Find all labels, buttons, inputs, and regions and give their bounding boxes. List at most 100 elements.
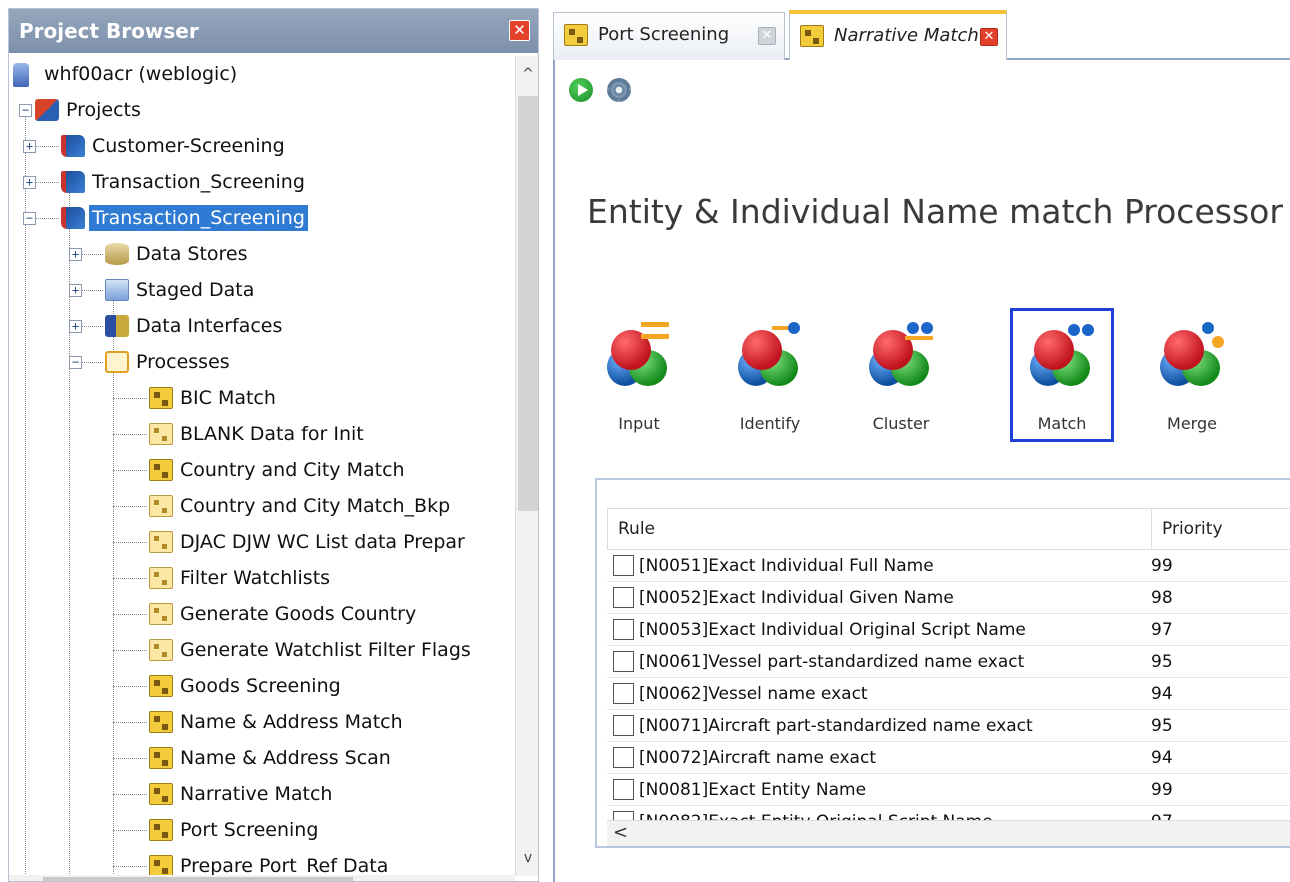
tree-node[interactable]: Transaction_Screening xyxy=(61,200,308,236)
table-row[interactable]: [N0071]Aircraft part-standardized name e… xyxy=(607,710,1290,742)
rules-table-panel: Rule Priority [N0051]Exact Individual Fu… xyxy=(595,478,1290,848)
tree-node[interactable]: Name & Address Match xyxy=(149,704,406,740)
rule-checkbox[interactable] xyxy=(613,651,634,672)
column-header-priority[interactable]: Priority xyxy=(1152,509,1290,549)
gear-icon[interactable] xyxy=(607,78,631,102)
rule-checkbox[interactable] xyxy=(613,587,634,608)
process-icon xyxy=(800,25,824,47)
stage-label: Cluster xyxy=(872,414,930,433)
tree-node[interactable]: Port Screening xyxy=(149,812,321,848)
close-icon[interactable]: ✕ xyxy=(980,28,998,46)
tree-node[interactable]: Staged Data xyxy=(105,272,257,308)
tree-node[interactable]: whf00acr (weblogic) xyxy=(13,56,240,92)
processor-title: Entity & Individual Name match Processor xyxy=(587,192,1283,231)
identify-stage-icon xyxy=(738,322,802,386)
expand-icon[interactable]: + xyxy=(23,140,36,153)
tree-node[interactable]: Country and City Match xyxy=(149,452,408,488)
tree-horizontal-scrollbar[interactable] xyxy=(9,875,515,881)
close-icon[interactable]: ✕ xyxy=(509,20,530,41)
run-icon[interactable] xyxy=(569,78,593,102)
expand-icon[interactable]: + xyxy=(23,176,36,189)
table-row[interactable]: [N0062]Vessel name exact 94 xyxy=(607,678,1290,710)
tab-label: Narrative Match xyxy=(834,25,979,46)
project-browser-header: Project Browser ✕ xyxy=(9,9,538,53)
tree-node[interactable]: Country and City Match_Bkp xyxy=(149,488,453,524)
stage-identify[interactable]: Identify xyxy=(718,308,822,442)
tree-node[interactable]: BLANK Data for Init xyxy=(149,416,367,452)
process-editor: Entity & Individual Name match Processor… xyxy=(553,60,1290,882)
tree-node-label: BIC Match xyxy=(180,387,276,409)
table-row[interactable]: [N0061]Vessel part-standardized name exa… xyxy=(607,646,1290,678)
rule-checkbox[interactable] xyxy=(613,715,634,736)
table-row[interactable]: [N0052]Exact Individual Given Name 98 xyxy=(607,582,1290,614)
tree-node[interactable]: Data Interfaces xyxy=(105,308,285,344)
stage-match[interactable]: Match xyxy=(1010,308,1114,442)
tree-connector-line xyxy=(113,470,147,471)
table-row[interactable]: [N0053]Exact Individual Original Script … xyxy=(607,614,1290,646)
rule-priority: 94 xyxy=(1151,748,1173,768)
collapse-icon[interactable]: − xyxy=(19,104,32,117)
process-icon xyxy=(149,387,173,409)
stage-input[interactable]: Input xyxy=(587,308,691,442)
table-row[interactable]: [N0051]Exact Individual Full Name 99 xyxy=(607,550,1290,582)
stage-merge[interactable]: Merge xyxy=(1140,308,1244,442)
tree-node[interactable]: Prepare Port_Ref Data xyxy=(149,848,391,876)
rule-priority: 97 xyxy=(1151,620,1173,640)
rules-horizontal-scrollbar[interactable]: < xyxy=(607,820,1290,846)
expand-icon[interactable]: + xyxy=(69,248,82,261)
collapse-icon[interactable]: − xyxy=(23,212,36,225)
tree-node[interactable]: Generate Goods Country xyxy=(149,596,419,632)
scroll-left-icon[interactable]: < xyxy=(613,822,628,843)
tree-node-label: Country and City Match_Bkp xyxy=(180,495,451,517)
tree-node[interactable]: Name & Address Scan xyxy=(149,740,394,776)
tab-port-screening[interactable]: Port Screening ✕ xyxy=(553,12,785,60)
tree-node[interactable]: DJAC DJW WC List data Prepar xyxy=(149,524,468,560)
tree-connector-line xyxy=(113,542,147,543)
rule-name: [N0062]Vessel name exact xyxy=(639,684,868,704)
scrollbar-thumb[interactable] xyxy=(518,96,538,511)
rule-checkbox[interactable] xyxy=(613,779,634,800)
tree-node-label: Prepare Port_Ref Data xyxy=(180,855,389,876)
scroll-down-icon[interactable]: v xyxy=(516,846,538,870)
stage-label: Merge xyxy=(1167,414,1217,433)
tree-node-label: Data Stores xyxy=(136,243,248,265)
tree-node[interactable]: Filter Watchlists xyxy=(149,560,333,596)
tree-node[interactable]: Goods Screening xyxy=(149,668,344,704)
tree-node[interactable]: Transaction_Screening xyxy=(61,164,308,200)
tree-node[interactable]: Customer-Screening xyxy=(61,128,288,164)
rule-checkbox[interactable] xyxy=(613,619,634,640)
editor-tab-bar: Port Screening ✕ Narrative Match ✕ xyxy=(553,8,1290,60)
tree-node[interactable]: Generate Watchlist Filter Flags xyxy=(149,632,474,668)
tree-node[interactable]: Processes xyxy=(105,344,233,380)
rule-checkbox[interactable] xyxy=(613,747,634,768)
expand-icon[interactable]: + xyxy=(69,284,82,297)
tree-node-label: Port Screening xyxy=(180,819,319,841)
tree-node[interactable]: Narrative Match xyxy=(149,776,335,812)
tree-node-label: Goods Screening xyxy=(180,675,341,697)
collapse-icon[interactable]: − xyxy=(69,356,82,369)
process-light-icon xyxy=(149,639,173,661)
expand-icon[interactable]: + xyxy=(69,320,82,333)
scrollbar-thumb[interactable] xyxy=(43,877,353,881)
tree-node[interactable]: BIC Match xyxy=(149,380,279,416)
rule-checkbox[interactable] xyxy=(613,811,634,820)
process-icon xyxy=(149,783,173,805)
table-row[interactable]: [N0082]Exact Entity Original Script Name… xyxy=(607,806,1290,820)
rule-checkbox[interactable] xyxy=(613,683,634,704)
stage-cluster[interactable]: Cluster xyxy=(849,308,953,442)
data-store-icon xyxy=(105,243,129,265)
tab-narrative-match[interactable]: Narrative Match ✕ xyxy=(789,10,1007,60)
table-row[interactable]: [N0072]Aircraft name exact 94 xyxy=(607,742,1290,774)
scroll-up-icon[interactable]: ^ xyxy=(516,62,538,86)
close-icon[interactable]: ✕ xyxy=(758,27,776,45)
process-light-icon xyxy=(149,567,173,589)
tree-node[interactable]: Data Stores xyxy=(105,236,251,272)
rule-priority: 95 xyxy=(1151,652,1173,672)
tree-vertical-scrollbar[interactable]: ^ v xyxy=(515,56,538,876)
data-interface-icon xyxy=(105,315,129,337)
column-header-rule[interactable]: Rule xyxy=(608,509,1152,549)
rule-checkbox[interactable] xyxy=(613,555,634,576)
process-light-icon xyxy=(149,495,173,517)
tree-node[interactable]: Projects xyxy=(35,92,144,128)
table-row[interactable]: [N0081]Exact Entity Name 99 xyxy=(607,774,1290,806)
